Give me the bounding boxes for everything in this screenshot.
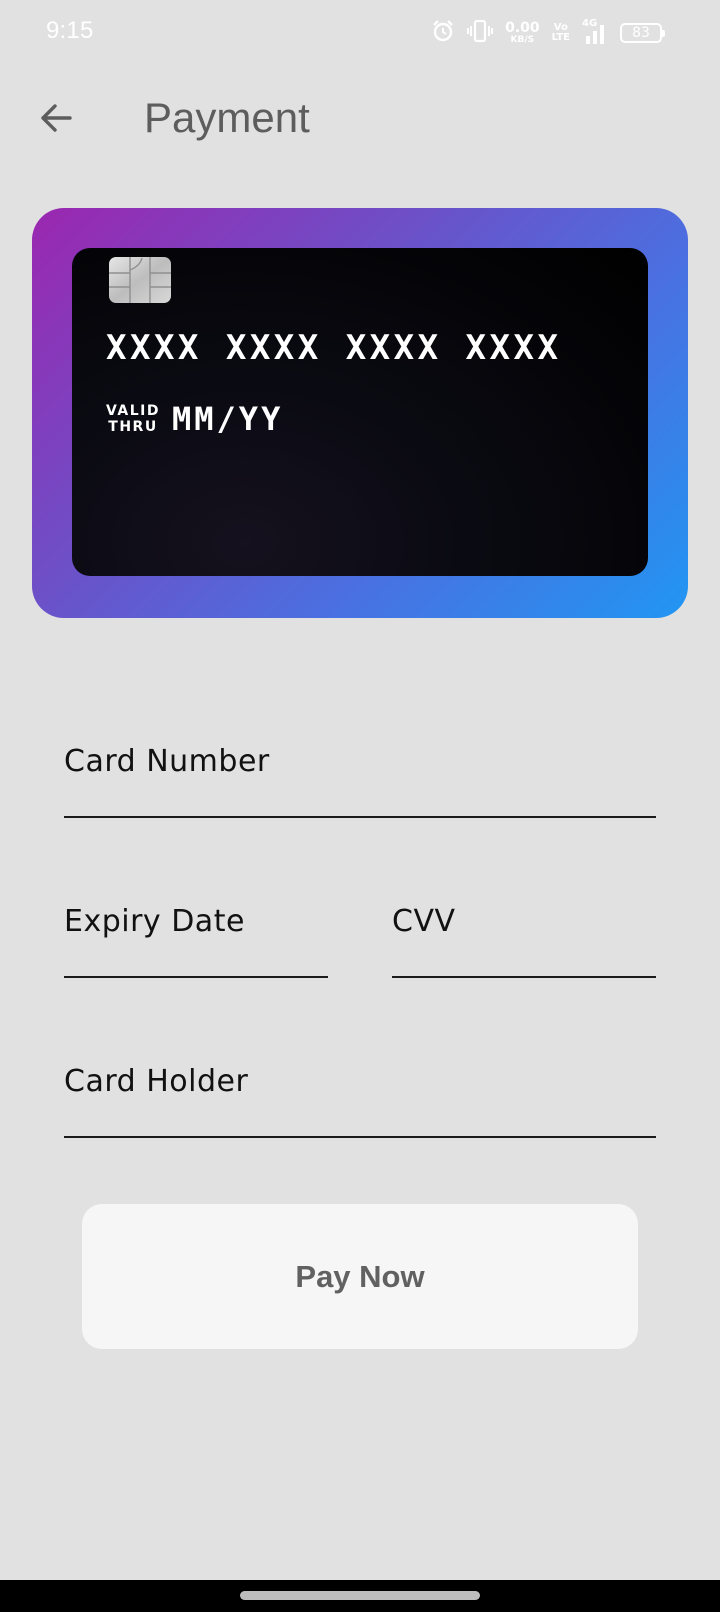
status-icons: 0.00 KB/S Vo LTE 4G 83 xyxy=(431,18,665,49)
expiry-date-input[interactable] xyxy=(64,930,328,972)
alarm-icon xyxy=(431,19,455,48)
vibrate-icon xyxy=(467,18,494,49)
cvv-input[interactable] xyxy=(392,930,656,972)
status-bar: 9:15 0.00 KB/S Vo LTE 4G 83 xyxy=(0,0,720,64)
card-holder-input[interactable] xyxy=(64,1090,656,1132)
pay-now-button[interactable]: Pay Now xyxy=(82,1204,638,1349)
card-number-input[interactable] xyxy=(64,770,656,812)
battery-indicator: 83 xyxy=(620,23,665,43)
status-time: 9:15 xyxy=(46,17,94,44)
card-holder-field[interactable]: Card Holder xyxy=(64,1040,656,1138)
card-expiry-display: MM/YY xyxy=(172,400,284,438)
signal-icon: 4G xyxy=(582,18,608,46)
expiry-date-field[interactable]: Expiry Date xyxy=(64,880,328,978)
card-chip-icon xyxy=(109,257,171,303)
back-button[interactable] xyxy=(30,92,82,144)
volte-indicator: Vo LTE xyxy=(551,22,570,43)
page-title: Payment xyxy=(144,94,310,141)
card-number-field[interactable]: Card Number xyxy=(64,720,656,818)
cvv-field[interactable]: CVV xyxy=(392,880,656,978)
home-indicator[interactable] xyxy=(240,1591,480,1600)
card-preview: XXXX XXXX XXXX XXXX VALID THRU MM/YY xyxy=(32,208,688,618)
card-face: XXXX XXXX XXXX XXXX VALID THRU MM/YY xyxy=(72,248,648,576)
card-number-display: XXXX XXXX XXXX XXXX xyxy=(106,328,562,368)
network-speed: 0.00 KB/S xyxy=(505,20,540,45)
valid-thru-label: VALID THRU xyxy=(106,403,160,435)
navigation-bar xyxy=(0,1580,720,1612)
arrow-left-icon xyxy=(41,104,72,132)
